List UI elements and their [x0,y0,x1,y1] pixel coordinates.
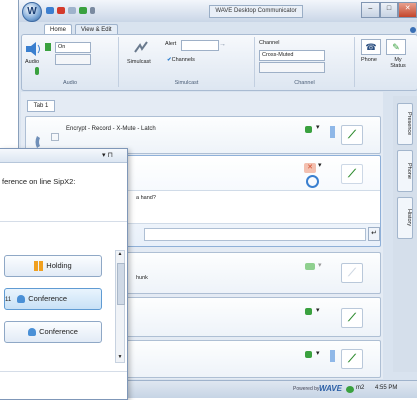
scroll-down-icon[interactable]: ▼ [116,354,124,362]
phone-quick-icon[interactable] [79,7,87,14]
line-1-title: Encrypt - Record - X-Mute - Latch [66,126,156,132]
conference-panel: ▾ ⊓ ference on line SipX2: Holding 11 Con… [0,148,128,400]
channel-mode-dropdown[interactable]: Cross-Muted [259,50,325,61]
simulcast-button[interactable]: Simulcast [127,59,151,65]
panel-header: ▾ ⊓ [0,149,127,163]
side-tab-presence[interactable]: Presence [397,103,413,145]
line-checkbox[interactable] [51,133,59,141]
wave-logo: WAVE [319,384,342,393]
my-status-button[interactable]: My Status [386,57,410,69]
chat-message: a hand? [136,195,156,201]
volume-icon[interactable] [305,126,312,133]
conference-button-1[interactable]: 11 Conference [4,288,102,310]
channel-group: Channel Cross-Muted Channel [255,37,355,87]
status-user: m2 [356,385,365,391]
window-controls: – □ ✕ [361,2,417,18]
transmit-button[interactable]: ⟋ [341,349,363,369]
speaker-icon[interactable] [25,42,41,56]
panel-pin-icon[interactable]: ▾ ⊓ [102,151,113,159]
transmit-button[interactable]: ⟋ [341,263,363,283]
phone-button[interactable]: Phone [361,57,377,63]
undo-icon[interactable] [68,7,76,14]
transmit-button[interactable]: ⟋ [341,164,363,184]
simulcast-group: Simulcast Alert → ✔Channels Simulcast [119,37,255,87]
channel-option-dropdown[interactable] [259,62,325,73]
conference-icon [28,328,37,337]
mute-icon[interactable]: ✕ [304,163,316,173]
volume-icon[interactable] [305,351,312,358]
phone-icon[interactable]: ☎ [361,39,381,55]
line-number: 11 [5,297,12,303]
simulcast-icon[interactable] [133,40,149,56]
help-icon[interactable] [410,27,416,33]
audio-volume-icon [45,43,51,51]
menu-arrow-icon[interactable]: ▾ [318,261,322,269]
phone-group: ☎ Phone ✎ My Status [356,37,414,87]
audio-group-label: Audio [62,80,78,86]
customize-icon[interactable] [90,7,95,14]
menu-arrow-icon[interactable]: ▾ [316,123,320,131]
handset-icon [35,136,40,148]
conference-button-2[interactable]: Conference [4,321,102,343]
menu-arrow-icon[interactable]: ▾ [316,306,320,314]
close-button[interactable]: ✕ [398,2,417,18]
window-title: WAVE Desktop Communicator [209,5,303,18]
conference-message: ference on line SipX2: [2,177,76,186]
hold-icon [39,261,44,272]
status-time: 4:55 PM [375,385,398,391]
holding-button[interactable]: Holding [4,255,102,277]
side-tab-history[interactable]: History [397,197,413,239]
arrow-icon: → [219,41,226,48]
record-icon[interactable] [57,7,65,14]
save-icon[interactable] [46,7,54,14]
powered-by-text: Powered by [293,386,320,392]
ribbon: On Audio Audio Simulcast Alert → ✔Channe… [21,34,417,91]
simulcast-group-label: Simulcast [174,80,199,86]
signal-icon [330,350,335,362]
volume-icon[interactable] [305,263,315,270]
conference-icon [17,295,26,304]
refresh-icon[interactable] [306,175,319,188]
app-menu-button[interactable]: W [22,2,42,22]
title-bar: W WAVE Desktop Communicator – □ ✕ [19,0,417,22]
divider [0,221,127,222]
maximize-button[interactable]: □ [379,2,399,18]
transmit-button[interactable]: ⟋ [341,308,363,328]
divider [0,371,127,372]
my-status-icon[interactable]: ✎ [386,39,406,55]
tab-1[interactable]: Tab 1 [27,100,55,112]
send-button[interactable]: ↵ [368,227,380,241]
audio-on-dropdown[interactable]: On [55,42,91,53]
channel-group-label: Channel [294,80,315,86]
audio-group: On Audio Audio [22,37,119,87]
line-3-text: hunk [136,275,148,281]
mic-icon[interactable] [35,67,39,75]
alert-label: Alert [165,41,177,47]
volume-icon[interactable] [305,308,312,315]
side-tab-phone[interactable]: Phone [397,150,413,192]
transmit-button[interactable]: ⟋ [341,125,363,145]
minimize-button[interactable]: – [361,2,380,18]
audio-level-dropdown[interactable] [55,54,91,65]
panel-scrollbar[interactable]: ▲ ▼ [115,250,125,363]
presence-icon[interactable] [346,386,354,393]
scroll-up-icon[interactable]: ▲ [116,251,124,259]
alert-dropdown[interactable] [181,40,219,51]
scroll-thumb[interactable] [117,263,125,305]
menu-arrow-icon[interactable]: ▾ [318,161,322,169]
signal-icon [330,126,335,138]
channels-dropdown[interactable]: ✔Channels [167,57,195,63]
channel-label: Channel [259,40,280,46]
menu-arrow-icon[interactable]: ▾ [316,349,320,357]
audio-button-label[interactable]: Audio [25,59,39,65]
message-input[interactable] [144,228,366,241]
